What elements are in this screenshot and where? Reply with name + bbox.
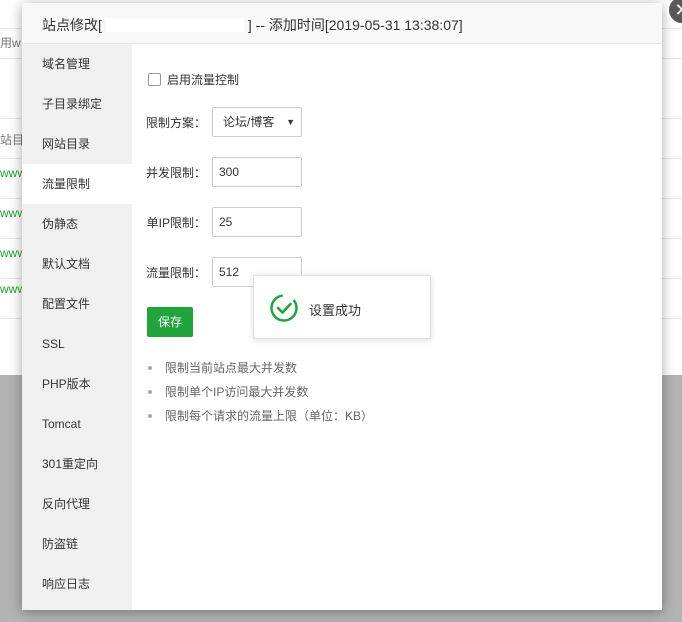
help-tip-text: 限制当前站点最大并发数: [165, 361, 298, 375]
close-icon: ✕: [674, 0, 682, 20]
sidebar-item-site-directory[interactable]: 网站目录: [22, 124, 132, 164]
save-button[interactable]: 保存: [147, 307, 193, 337]
modal-title-prefix: 站点修改[: [42, 17, 102, 33]
toast-message: 设置成功: [309, 303, 362, 318]
modal-title-suffix: ] -- 添加时间[2019-05-31 13:38:07]: [247, 17, 463, 33]
settings-sidebar: 域名管理 子目录绑定 网站目录 流量限制 伪静态 默认文档 配置文件 SSL P…: [22, 44, 132, 610]
sidebar-item-ssl[interactable]: SSL: [22, 324, 132, 364]
ip-limit-input[interactable]: 25: [212, 207, 302, 237]
sidebar-item-subdirectory[interactable]: 子目录绑定: [22, 84, 132, 124]
sidebar-item-traffic-limit[interactable]: 流量限制: [22, 164, 132, 204]
concurrency-label: 并发限制：: [145, 165, 206, 180]
scheme-label: 限制方案：: [145, 115, 206, 130]
help-tip: 限制当前站点最大并发数: [148, 356, 373, 380]
check-circle-icon: [270, 294, 298, 322]
help-tip-text: 限制单个IP访问最大并发数: [165, 385, 309, 399]
rate-limit-label: 流量限制：: [145, 265, 206, 280]
enable-traffic-control-checkbox[interactable]: [148, 72, 161, 86]
modal-header: 站点修改[ ] -- 添加时间[2019-05-31 13:38:07]: [22, 3, 662, 44]
bullet-icon: [148, 390, 152, 394]
ip-limit-label: 单IP限制：: [146, 215, 206, 230]
sidebar-item-rewrite[interactable]: 伪静态: [22, 204, 132, 244]
help-tips: 限制当前站点最大并发数 限制单个IP访问最大并发数 限制每个请求的流量上限（单位…: [148, 356, 373, 428]
concurrency-row: 并发限制： 300: [132, 157, 302, 187]
sidebar-item-domain[interactable]: 域名管理: [22, 44, 132, 84]
help-tip-text: 限制每个请求的流量上限（单位：KB）: [165, 409, 374, 423]
bullet-icon: [148, 414, 152, 418]
scheme-value: 论坛/博客: [223, 115, 275, 129]
enable-traffic-control-label: 启用流量控制: [167, 72, 240, 87]
sidebar-item-config-file[interactable]: 配置文件: [22, 284, 132, 324]
dropdown-arrow-icon: ▼: [286, 117, 295, 127]
help-tip: 限制每个请求的流量上限（单位：KB）: [148, 404, 373, 428]
sidebar-item-tomcat[interactable]: Tomcat: [22, 404, 132, 444]
bullet-icon: [148, 366, 152, 370]
success-toast: 设置成功: [253, 275, 431, 339]
background-text: 用w: [0, 36, 21, 50]
sidebar-item-response-log[interactable]: 响应日志: [22, 564, 132, 604]
enable-traffic-control-row: 启用流量控制: [148, 71, 239, 87]
ip-limit-row: 单IP限制： 25: [132, 207, 302, 237]
sidebar-item-redirect[interactable]: 301重定向: [22, 444, 132, 484]
scheme-row: 限制方案： 论坛/博客 ▼: [132, 107, 302, 137]
sidebar-item-hotlink[interactable]: 防盗链: [22, 524, 132, 564]
background-text: 站目: [0, 133, 25, 147]
help-tip: 限制单个IP访问最大并发数: [148, 380, 373, 404]
concurrency-input[interactable]: 300: [212, 157, 302, 187]
sidebar-item-default-doc[interactable]: 默认文档: [22, 244, 132, 284]
redacted-site-name: [105, 18, 244, 32]
sidebar-item-php-version[interactable]: PHP版本: [22, 364, 132, 404]
scheme-select[interactable]: 论坛/博客 ▼: [212, 107, 302, 137]
modal-title: 站点修改[ ] -- 添加时间[2019-05-31 13:38:07]: [42, 15, 463, 35]
sidebar-item-reverse-proxy[interactable]: 反向代理: [22, 484, 132, 524]
